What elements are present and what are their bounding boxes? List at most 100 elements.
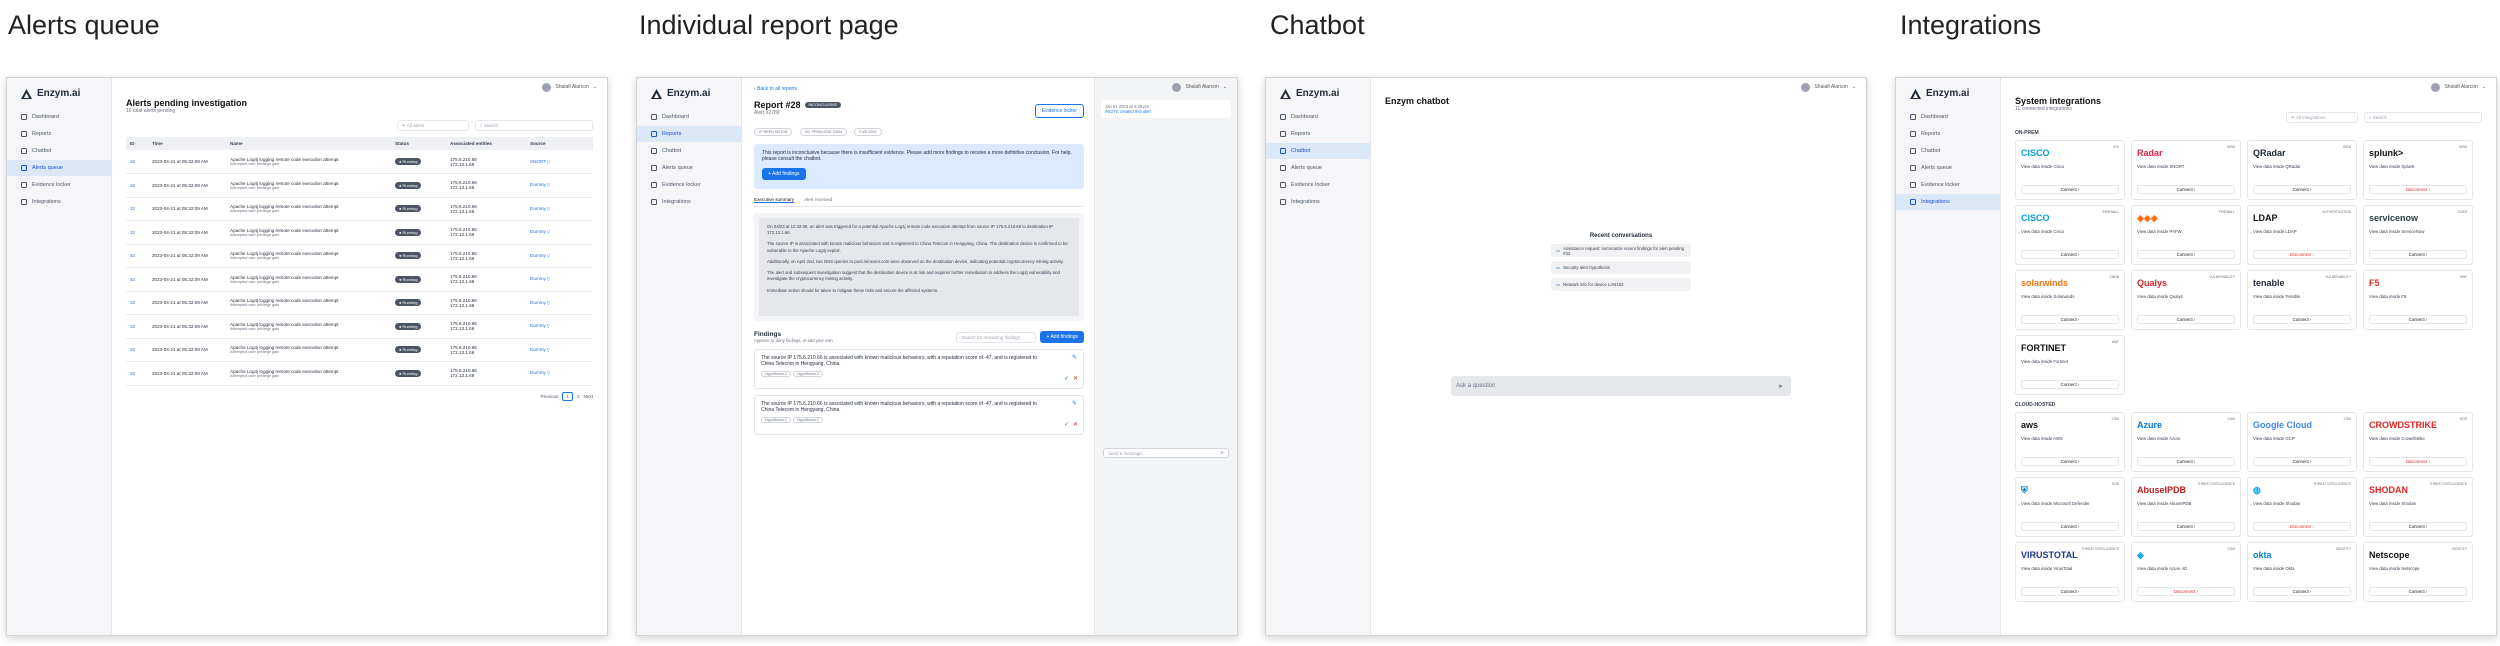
connect-button[interactable]: Connect › [2369,250,2467,259]
table-row[interactable]: 32 2023-04-21 at 05:32:09 AM Apache Log4j … [126,338,593,362]
alert-id-link[interactable]: 32 [126,361,148,386]
nav-integrations[interactable]: Integrations [637,194,741,210]
table-row[interactable]: 32 2023-04-21 at 05:32:09 AM Apache Log4j … [126,197,593,221]
tab-alert-received[interactable]: Alert received [804,197,832,203]
nav-alerts-queue[interactable]: Alerts queue [637,160,741,176]
source-cell[interactable]: SNORT ▯ [526,150,593,174]
add-findings-button[interactable]: + Add findings [1040,331,1084,343]
column-header[interactable]: Associated entities [446,137,526,150]
source-cell[interactable]: Dummy ▯ [526,291,593,315]
connect-button[interactable]: Connect › [2137,522,2235,531]
connect-button[interactable]: Connect › [2253,315,2351,324]
add-findings-button[interactable]: + Add findings [762,168,806,180]
search-input[interactable]: ⌕ Search [475,120,593,131]
nav-evidence-locker[interactable]: Evidence locker [637,177,741,193]
connect-button[interactable]: Connect › [2021,380,2119,389]
user-menu[interactable]: Shalafi Alarcon ⌄ [1095,78,1237,96]
alert-id-link[interactable]: 32 [126,267,148,292]
search-input[interactable]: ⌕ Search [2364,112,2482,123]
source-cell[interactable]: Dummy ▯ [526,220,593,245]
source-cell[interactable]: Dummy ▯ [526,314,593,339]
disconnect-button[interactable]: Disconnect › [2137,587,2235,596]
column-header[interactable]: Status [391,137,446,150]
integration-filter-select[interactable]: ⏷ All integrations [2286,112,2358,123]
source-cell[interactable]: Dummy ▯ [526,244,593,268]
table-row[interactable]: 32 2023-04-21 at 05:32:09 AM Apache Log4j … [126,291,593,315]
source-cell[interactable]: Dummy ▯ [526,197,593,221]
findings-search-input[interactable]: Search for remaining findings [956,331,1037,343]
nav-chatbot[interactable]: Chatbot [1266,143,1370,159]
connect-button[interactable]: Connect › [2021,522,2119,531]
table-row[interactable]: 32 2023-04-21 at 05:32:09 AM Apache Log4j … [126,361,593,386]
connect-button[interactable]: Connect › [2137,315,2235,324]
nav-integrations[interactable]: Integrations [1266,194,1370,210]
column-header[interactable]: ID [126,137,148,150]
back-to-reports-link[interactable]: ‹ Back to all reports [754,86,1084,92]
nav-integrations[interactable]: Integrations [1896,194,2000,210]
source-cell[interactable]: Dummy ▯ [526,338,593,362]
user-menu[interactable]: Shalafi Alarcon ⌄ [112,78,607,96]
connect-button[interactable]: Connect › [2253,185,2351,194]
brand[interactable]: Enzym.ai [1266,88,1370,109]
column-header[interactable]: Time [148,137,226,150]
nav-evidence-locker[interactable]: Evidence locker [1896,177,2000,193]
send-icon[interactable]: ➤ [1778,383,1783,390]
alert-id-link[interactable]: 32 [126,291,148,315]
alert-id-link[interactable]: 32 [126,173,148,198]
nav-dashboard[interactable]: Dashboard [7,109,111,125]
tab-executive-summary[interactable]: Executive summary [754,197,795,203]
connect-button[interactable]: Connect › [2021,185,2119,194]
connect-button[interactable]: Connect › [2137,250,2235,259]
previous-page-button[interactable]: Previous [541,394,559,399]
column-header[interactable]: Name [226,137,391,150]
table-row[interactable]: 32 2023-04-21 at 05:32:09 AM Apache Log4j … [126,220,593,245]
alert-filter-select[interactable]: ⏷ All alerts [397,120,469,131]
conversation-item[interactable]: ▭ Assistance request: summarize recent fi… [1551,244,1691,257]
alert-id-link[interactable]: 32 [126,150,148,174]
nav-reports[interactable]: Reports [7,126,111,142]
table-row[interactable]: 32 2023-04-21 at 05:32:09 AM Apache Log4j … [126,314,593,339]
alert-id-link[interactable]: 32 [126,244,148,268]
brand[interactable]: Enzym.ai [1896,88,2000,109]
table-row[interactable]: 32 2023-04-21 at 05:32:09 AM Apache Log4j … [126,150,593,174]
connect-button[interactable]: Connect › [2369,587,2467,596]
nav-dashboard[interactable]: Dashboard [637,109,741,125]
source-cell[interactable]: Dummy ▯ [526,173,593,198]
nav-dashboard[interactable]: Dashboard [1266,109,1370,125]
connect-button[interactable]: Connect › [2369,522,2467,531]
brand[interactable]: Enzym.ai [637,88,741,109]
nav-dashboard[interactable]: Dashboard [1896,109,2000,125]
nav-alerts-queue[interactable]: Alerts queue [1896,160,2000,176]
disconnect-button[interactable]: Disconnect › [2253,250,2351,259]
alert-id-link[interactable]: 32 [126,314,148,339]
nav-evidence-locker[interactable]: Evidence locker [1266,177,1370,193]
nav-chatbot[interactable]: Chatbot [7,143,111,159]
table-row[interactable]: 32 2023-04-21 at 05:32:09 AM Apache Log4j … [126,244,593,268]
connect-button[interactable]: Connect › [2137,185,2235,194]
edit-icon[interactable]: ✎ [1072,354,1077,361]
nav-reports[interactable]: Reports [637,126,741,142]
nav-reports[interactable]: Reports [1266,126,1370,142]
nav-alerts-queue[interactable]: Alerts queue [7,160,111,176]
alert-id-link[interactable]: 32 [126,338,148,362]
table-row[interactable]: 32 2023-04-21 at 05:32:09 AM Apache Log4j … [126,267,593,292]
nav-alerts-queue[interactable]: Alerts queue [1266,160,1370,176]
user-menu[interactable]: Shalafi Alarcon ⌄ [2001,78,2496,96]
nav-evidence-locker[interactable]: Evidence locker [7,177,111,193]
user-menu[interactable]: Shalafi Alarcon ⌄ [1371,78,1866,96]
nav-reports[interactable]: Reports [1896,126,2000,142]
nav-chatbot[interactable]: Chatbot [1896,143,2000,159]
ask-question-input[interactable]: Ask a question ➤ [1451,376,1791,396]
edit-icon[interactable]: ✎ [1072,400,1077,407]
source-cell[interactable]: Dummy ▯ [526,267,593,292]
column-header[interactable]: Source [526,137,593,150]
alert-id-link[interactable]: 32 [126,197,148,221]
connect-button[interactable]: Connect › [2021,587,2119,596]
connect-button[interactable]: Connect › [2137,457,2235,466]
alert-id-link[interactable]: 32 [126,220,148,245]
conversation-item[interactable]: ▭ Security alert hypothesis [1551,261,1691,274]
source-cell[interactable]: Dummy ▯ [526,361,593,386]
nav-integrations[interactable]: Integrations [7,194,111,210]
deny-icon[interactable]: ✕ [1073,421,1078,428]
conversation-item[interactable]: ▭ Network info for device LAN152 [1551,278,1691,291]
